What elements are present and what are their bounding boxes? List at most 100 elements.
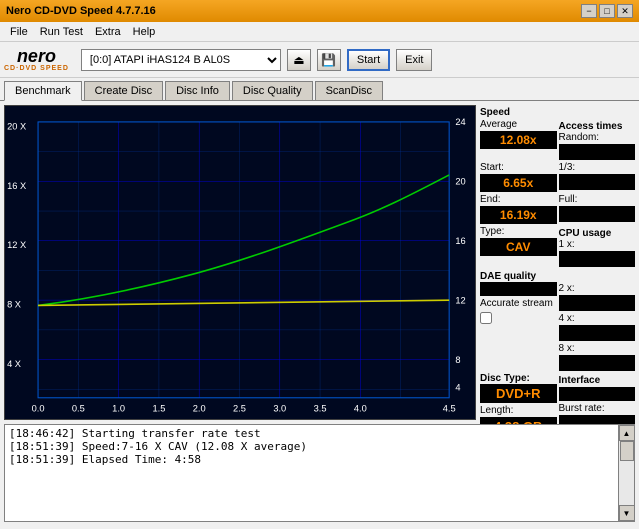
bottom-section: [18:46:42] Starting transfer rate test [… [0, 424, 639, 526]
window-controls: − □ ✕ [581, 4, 633, 18]
accurate-stream-checkbox[interactable] [480, 312, 492, 324]
logo: nero CD·DVD SPEED [4, 47, 69, 72]
menu-file[interactable]: File [4, 25, 34, 39]
menu-run-test[interactable]: Run Test [34, 25, 89, 39]
scroll-thumb[interactable] [620, 441, 634, 461]
tab-benchmark[interactable]: Benchmark [4, 81, 82, 101]
disc-length-label: Length: [480, 405, 557, 416]
svg-text:1.5: 1.5 [152, 402, 165, 413]
end-col: End: 16.19x [480, 194, 557, 224]
tab-scan-disc[interactable]: ScanDisc [315, 81, 383, 100]
cpu-section: CPU usage 1 x: [559, 226, 636, 267]
scroll-track [619, 441, 635, 505]
svg-text:12 X: 12 X [7, 239, 27, 250]
svg-text:4 X: 4 X [7, 358, 22, 369]
random-label: Random: [559, 132, 636, 143]
tab-create-disc[interactable]: Create Disc [84, 81, 163, 100]
start-label: Start: [480, 162, 557, 173]
toolbar: nero CD·DVD SPEED [0:0] ATAPI iHAS124 B … [0, 42, 639, 78]
one-third-value [559, 174, 636, 190]
tab-disc-quality[interactable]: Disc Quality [232, 81, 313, 100]
svg-text:0.5: 0.5 [72, 402, 85, 413]
save-icon-button[interactable]: 💾 [317, 49, 341, 71]
log-content: [18:46:42] Starting transfer rate test [… [5, 425, 618, 521]
app-title: Nero CD-DVD Speed 4.7.7.16 [6, 5, 156, 17]
speed-section: Speed Average 12.08x Access times Random… [480, 105, 635, 436]
cpu8x-label: 8 x: [559, 343, 636, 354]
one-third-label: 1/3: [559, 162, 636, 173]
title-bar: Nero CD-DVD Speed 4.7.7.16 − □ ✕ [0, 0, 639, 22]
random-value [559, 144, 636, 160]
svg-text:4.5: 4.5 [443, 402, 456, 413]
cpu-right-col: 2 x: 4 x: 8 x: [559, 269, 636, 371]
svg-text:4: 4 [455, 381, 460, 392]
close-button[interactable]: ✕ [617, 4, 633, 18]
accurate-stream-area: Accurate stream [480, 298, 557, 327]
interface-section-title: Interface [559, 375, 636, 386]
svg-text:24: 24 [455, 116, 465, 127]
menu-bar: File Run Test Extra Help [0, 22, 639, 42]
cpu2x-label: 2 x: [559, 283, 636, 294]
svg-text:3.0: 3.0 [273, 402, 286, 413]
disc-type-value: DVD+R [480, 384, 557, 403]
dae-bar [480, 282, 557, 296]
menu-extra[interactable]: Extra [89, 25, 127, 39]
eject-icon-button[interactable]: ⏏ [287, 49, 311, 71]
cpu2x-value [559, 295, 636, 311]
burst-rate-label: Burst rate: [559, 403, 636, 414]
access-times-col: Access times Random: [559, 119, 636, 160]
svg-text:20: 20 [455, 175, 465, 186]
average-value: 12.08x [480, 131, 557, 149]
start-col: Start: 6.65x [480, 162, 557, 192]
svg-text:20 X: 20 X [7, 120, 27, 131]
average-label: Average [480, 119, 557, 130]
cpu1x-label: 1 x: [559, 239, 636, 250]
full-label: Full: [559, 194, 636, 205]
log-line-1: [18:51:39] Speed:7-16 X CAV (12.08 X ave… [9, 440, 614, 453]
svg-text:0.0: 0.0 [32, 402, 45, 413]
cpu1x-value [559, 251, 636, 267]
scroll-down-button[interactable]: ▼ [619, 505, 635, 521]
dae-section-title: DAE quality [480, 271, 557, 282]
end-value: 16.19x [480, 206, 557, 224]
chart-svg: 20 X 16 X 12 X 8 X 4 X [5, 106, 475, 419]
end-label: End: [480, 194, 557, 205]
cpu-section-title: CPU usage [559, 228, 636, 239]
minimize-button[interactable]: − [581, 4, 597, 18]
chart-area: 20 X 16 X 12 X 8 X 4 X [4, 105, 476, 420]
interface-bar [559, 387, 636, 401]
log-line-2: [18:51:39] Elapsed Time: 4:58 [9, 453, 614, 466]
tab-disc-info[interactable]: Disc Info [165, 81, 230, 100]
average-label-col: Average 12.08x [480, 119, 557, 160]
accurate-stream-label: Accurate stream [480, 298, 557, 309]
svg-text:2.0: 2.0 [193, 402, 206, 413]
menu-help[interactable]: Help [127, 25, 162, 39]
disc-type-label: Disc Type: [480, 373, 557, 384]
svg-text:16 X: 16 X [7, 180, 27, 191]
drive-selector[interactable]: [0:0] ATAPI iHAS124 B AL0S [81, 49, 281, 71]
right-panel: Speed Average 12.08x Access times Random… [480, 105, 635, 420]
one-third-col: 1/3: [559, 162, 636, 192]
svg-text:3.5: 3.5 [314, 402, 327, 413]
type-col: Type: CAV [480, 226, 557, 267]
speed-section-title: Speed [480, 107, 635, 118]
nero-logo: nero [17, 47, 56, 65]
log-scrollbar: ▲ ▼ [618, 425, 634, 521]
cd-dvd-speed-logo: CD·DVD SPEED [4, 65, 69, 72]
start-button[interactable]: Start [347, 49, 390, 71]
access-times-title: Access times [559, 121, 636, 132]
cpu4x-value [559, 325, 636, 341]
full-value [559, 206, 636, 222]
log-area: [18:46:42] Starting transfer rate test [… [4, 424, 635, 522]
type-value: CAV [480, 238, 557, 256]
svg-text:12: 12 [455, 294, 465, 305]
content-wrapper: 20 X 16 X 12 X 8 X 4 X [0, 101, 639, 526]
svg-text:8: 8 [455, 354, 460, 365]
middle-section: 20 X 16 X 12 X 8 X 4 X [0, 101, 639, 424]
scroll-up-button[interactable]: ▲ [619, 425, 635, 441]
maximize-button[interactable]: □ [599, 4, 615, 18]
svg-text:4.0: 4.0 [354, 402, 367, 413]
exit-button[interactable]: Exit [396, 49, 432, 71]
cpu8x-value [559, 355, 636, 371]
svg-text:1.0: 1.0 [112, 402, 125, 413]
